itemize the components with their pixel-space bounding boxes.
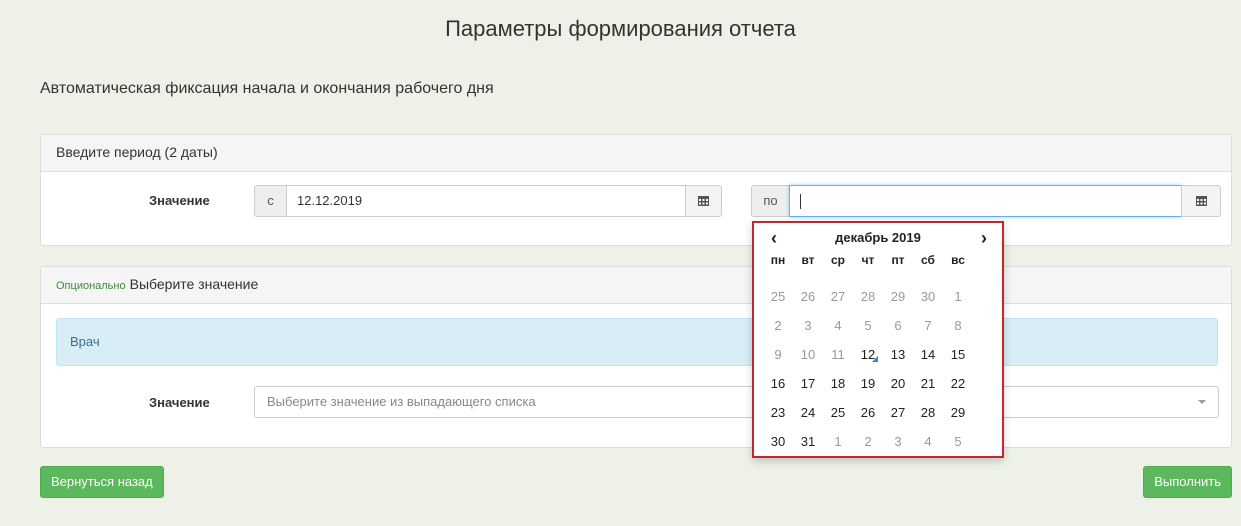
datepicker-grid: пн вт ср чт пт сб вс 25 26 27 28 29 30 1 2 3 4 5 6 7 8 9 10 11 1… bbox=[763, 253, 973, 456]
calendar-day[interactable]: 30 bbox=[763, 427, 793, 456]
weekday-header: чт bbox=[861, 253, 875, 267]
calendar-day[interactable]: 23 bbox=[763, 398, 793, 427]
calendar-day[interactable]: 19 bbox=[853, 369, 883, 398]
calendar-day: 6 bbox=[894, 318, 902, 333]
calendar-day: 3 bbox=[804, 318, 812, 333]
text-cursor bbox=[800, 194, 801, 210]
calendar-day: 10 bbox=[800, 347, 816, 362]
calendar-day[interactable]: 22 bbox=[943, 369, 973, 398]
calendar-day[interactable]: 5 bbox=[943, 427, 973, 456]
calendar-day: 7 bbox=[924, 318, 932, 333]
calendar-day[interactable]: 28 bbox=[853, 282, 883, 311]
calendar-day: 8 bbox=[954, 318, 962, 333]
calendar-day[interactable]: 21 bbox=[913, 369, 943, 398]
calendar-day[interactable]: 30 bbox=[913, 282, 943, 311]
optional-value-label: Значение bbox=[149, 395, 210, 410]
weekday-header: пн bbox=[770, 253, 786, 267]
weekday-header: сб bbox=[921, 253, 935, 267]
calendar-day: 4 bbox=[834, 318, 842, 333]
calendar-day[interactable]: 24 bbox=[793, 398, 823, 427]
calendar-day[interactable]: 28 bbox=[913, 398, 943, 427]
calendar-icon bbox=[1195, 196, 1207, 206]
calendar-day[interactable]: 25 bbox=[823, 398, 853, 427]
calendar-day[interactable]: 27 bbox=[883, 398, 913, 427]
datepicker-month-label[interactable]: декабрь 2019 bbox=[794, 230, 962, 245]
period-heading-text: Введите период (2 даты) bbox=[56, 144, 218, 160]
datepicker-header: ‹ декабрь 2019 › bbox=[754, 229, 1002, 249]
calendar-day[interactable]: 27 bbox=[823, 282, 853, 311]
calendar-day[interactable]: 3 bbox=[883, 427, 913, 456]
calendar-day[interactable]: 20 bbox=[883, 369, 913, 398]
calendar-day[interactable]: 14 bbox=[913, 340, 943, 369]
calendar-day[interactable]: 15 bbox=[943, 340, 973, 369]
calendar-day[interactable]: 16 bbox=[763, 369, 793, 398]
calendar-day[interactable]: 26 bbox=[793, 282, 823, 311]
date-from-calendar-button[interactable] bbox=[685, 185, 722, 217]
back-button[interactable]: Вернуться назад bbox=[40, 466, 164, 498]
optional-tag: Опционально bbox=[56, 280, 126, 292]
weekday-header: пт bbox=[891, 253, 905, 267]
calendar-day[interactable]: 29 bbox=[943, 398, 973, 427]
calendar-day[interactable]: 2 bbox=[853, 427, 883, 456]
run-button[interactable]: Выполнить bbox=[1143, 466, 1232, 498]
from-prefix: с bbox=[254, 185, 287, 217]
calendar-day[interactable]: 29 bbox=[883, 282, 913, 311]
chevron-right-icon[interactable]: › bbox=[974, 229, 994, 249]
calendar-day-today[interactable]: 12 bbox=[853, 340, 883, 369]
calendar-day[interactable]: 13 bbox=[883, 340, 913, 369]
doctor-info-box: Врач bbox=[56, 318, 1218, 366]
report-subtitle: Автоматическая фиксация начала и окончан… bbox=[40, 80, 494, 97]
weekday-header: вт bbox=[801, 253, 815, 267]
doctor-select-placeholder: Выберите значение из выпадающего списка bbox=[267, 394, 536, 409]
calendar-day: 9 bbox=[774, 347, 782, 362]
calendar-day[interactable]: 17 bbox=[793, 369, 823, 398]
optional-heading-text: Выберите значение bbox=[129, 276, 259, 292]
calendar-day[interactable]: 26 bbox=[853, 398, 883, 427]
datepicker-popup: ‹ декабрь 2019 › пн вт ср чт пт сб вс 25 26 27 28 2… bbox=[752, 221, 1004, 458]
calendar-day[interactable]: 31 bbox=[793, 427, 823, 456]
page-title: Параметры формирования отчета bbox=[445, 16, 796, 41]
date-to-input[interactable] bbox=[789, 185, 1182, 217]
chevron-left-icon[interactable]: ‹ bbox=[764, 229, 784, 249]
weekday-header: вс bbox=[951, 253, 965, 267]
period-panel: Введите период (2 даты) Значение с 12.12… bbox=[40, 134, 1232, 246]
calendar-day: 1 bbox=[954, 289, 962, 304]
doctor-info-label: Врач bbox=[70, 334, 100, 349]
calendar-day[interactable]: 4 bbox=[913, 427, 943, 456]
weekday-header: ср bbox=[830, 253, 845, 267]
chevron-down-icon bbox=[1198, 400, 1206, 404]
optional-panel-heading: Опционально Выберите значение bbox=[41, 267, 1231, 304]
calendar-day[interactable]: 18 bbox=[823, 369, 853, 398]
doctor-select[interactable]: Выберите значение из выпадающего списка bbox=[254, 386, 1219, 418]
calendar-day: 2 bbox=[774, 318, 782, 333]
optional-panel: Опционально Выберите значение Врач Значен… bbox=[40, 266, 1232, 448]
period-panel-heading: Введите период (2 даты) bbox=[41, 135, 1231, 172]
date-to-calendar-button[interactable] bbox=[1181, 185, 1221, 217]
calendar-day[interactable]: 1 bbox=[823, 427, 853, 456]
calendar-day[interactable]: 25 bbox=[763, 282, 793, 311]
calendar-day: 11 bbox=[831, 347, 845, 362]
date-from-input[interactable]: 12.12.2019 bbox=[286, 185, 686, 217]
calendar-icon bbox=[698, 196, 709, 206]
to-prefix: по bbox=[751, 185, 790, 217]
calendar-day: 5 bbox=[864, 318, 872, 333]
period-value-label: Значение bbox=[149, 193, 210, 208]
